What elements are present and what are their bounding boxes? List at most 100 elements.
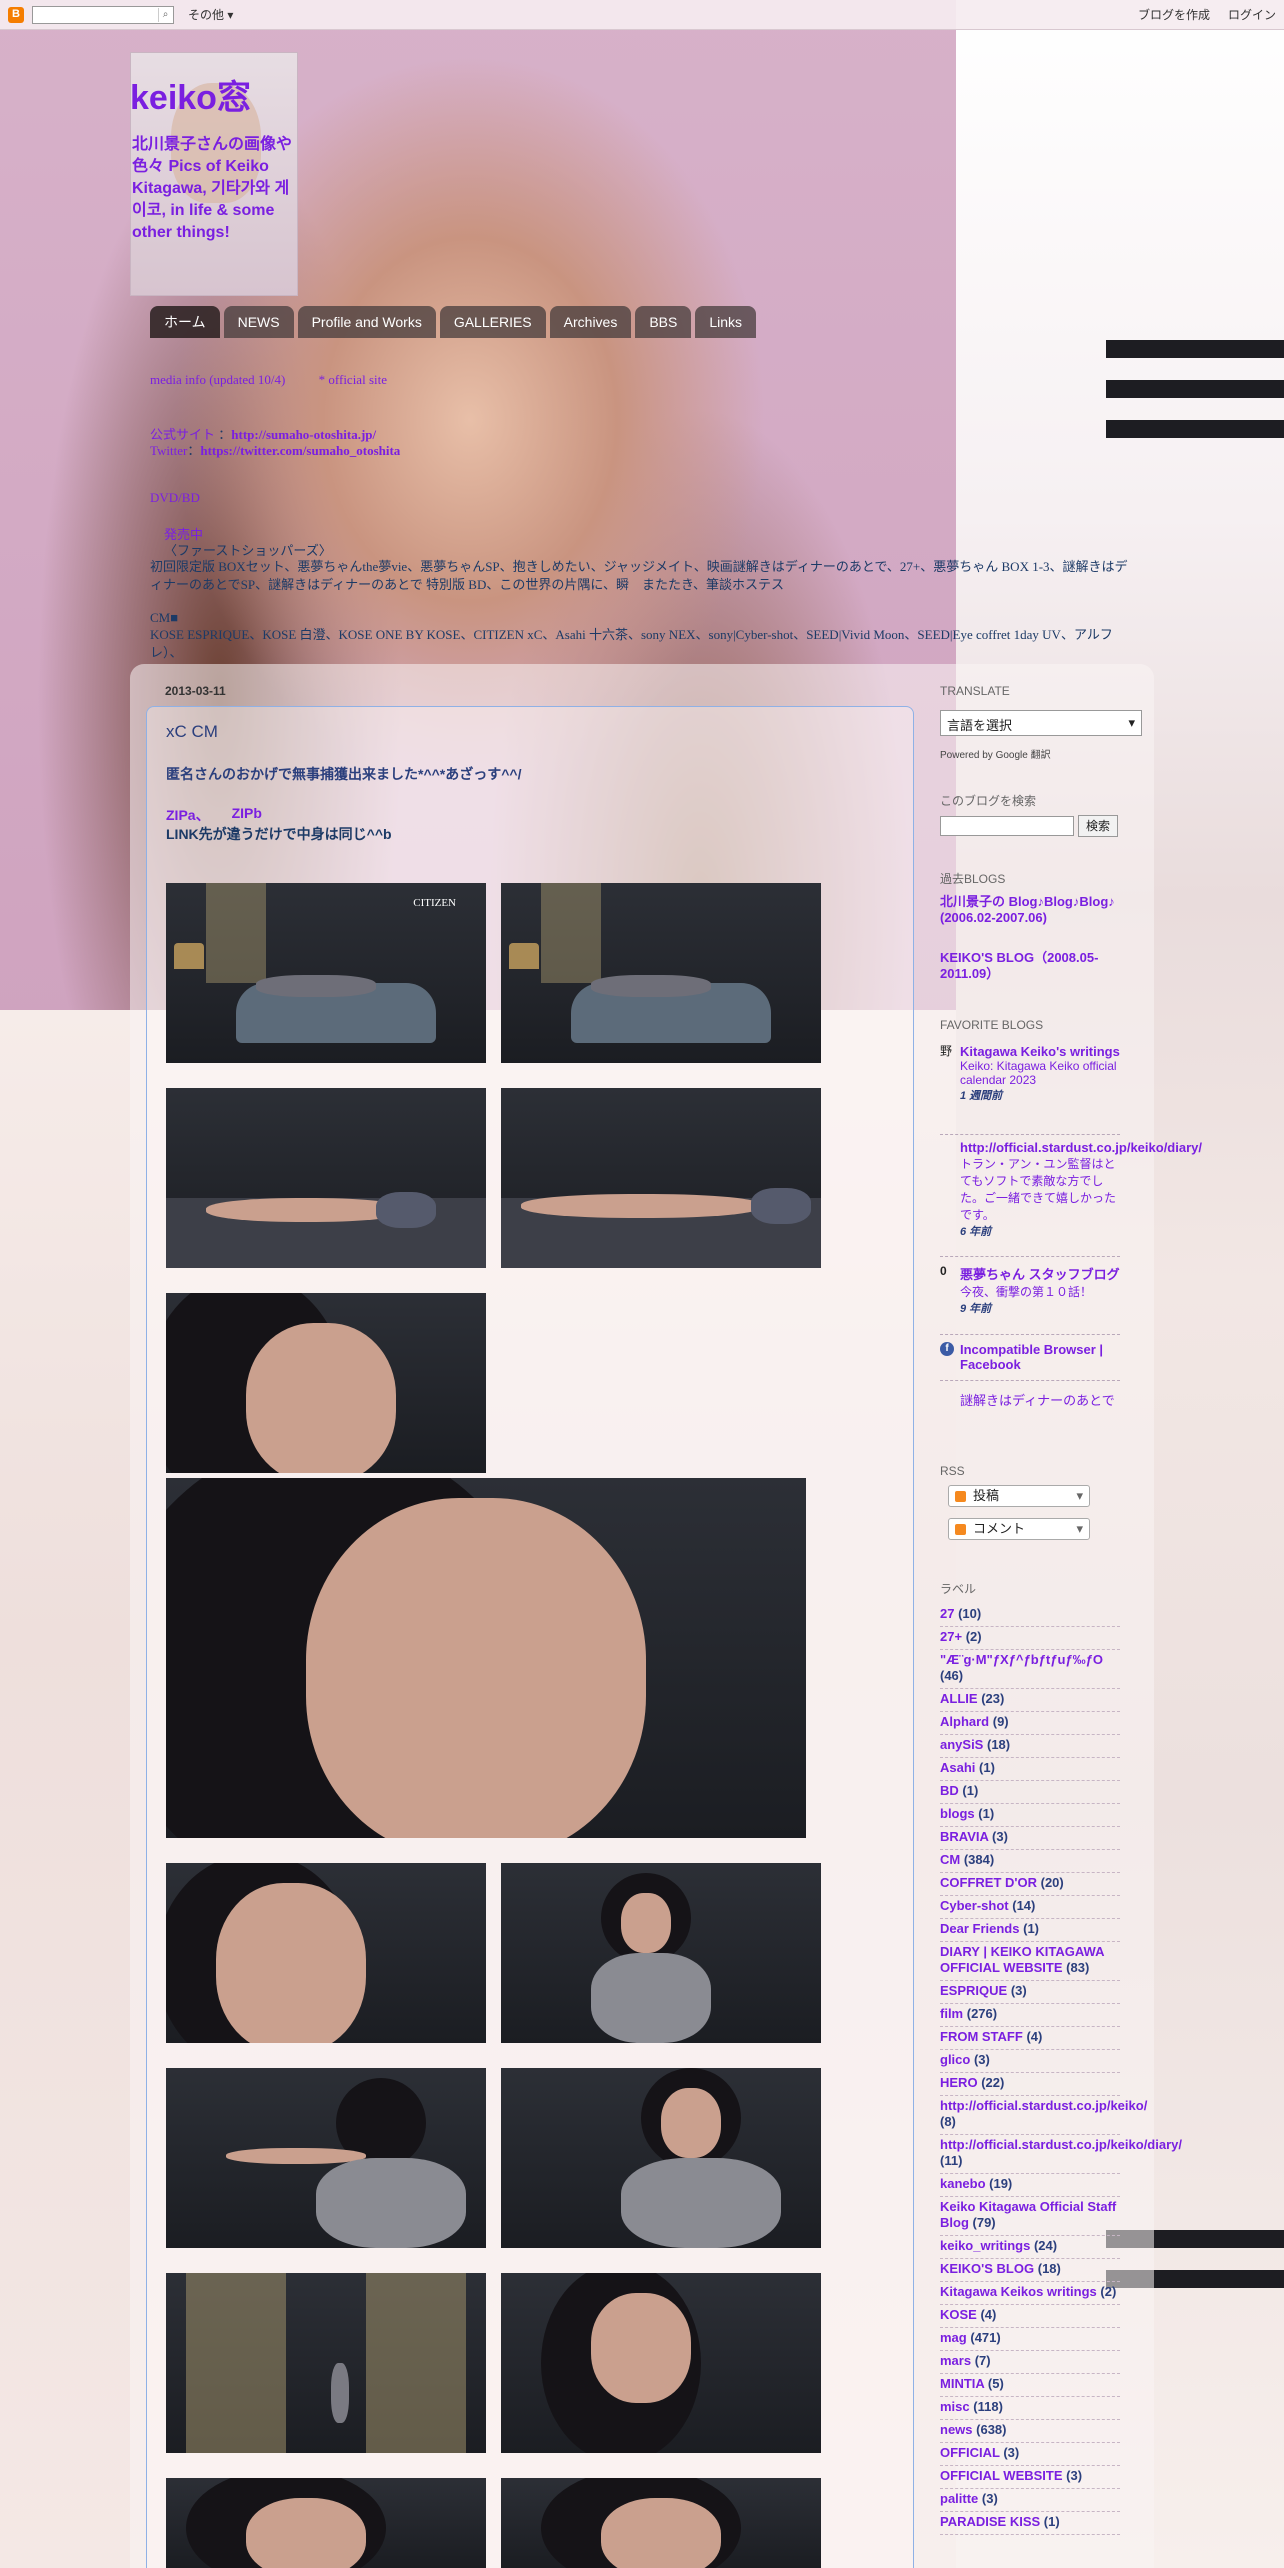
label-item[interactable]: Alphard (9) [940, 1712, 1120, 1735]
cm-still-3[interactable] [166, 1088, 486, 1268]
cm-still-13[interactable] [166, 2478, 486, 2568]
label-item[interactable]: KOSE (4) [940, 2305, 1120, 2328]
label-item[interactable]: glico (3) [940, 2050, 1120, 2073]
label-item[interactable]: http://official.stardust.co.jp/keiko/ (8… [940, 2096, 1147, 2135]
post-title[interactable]: xC CM [166, 722, 218, 742]
label-name[interactable]: KOSE [940, 2307, 977, 2322]
tab-news[interactable]: NEWS [223, 306, 294, 338]
label-name[interactable]: MINTIA [940, 2376, 984, 2391]
label-name[interactable]: CM [940, 1852, 960, 1867]
label-item[interactable]: mag (471) [940, 2328, 1120, 2351]
tab-bbs[interactable]: BBS [635, 306, 692, 338]
zip-a-link[interactable]: ZIPa、 [166, 805, 210, 825]
label-name[interactable]: COFFRET D'OR [940, 1875, 1037, 1890]
cm-still-10[interactable] [501, 2068, 821, 2248]
label-name[interactable]: palitte [940, 2491, 978, 2506]
label-name[interactable]: anySiS [940, 1737, 983, 1752]
favorite-blog-post[interactable]: Keiko: Kitagawa Keiko official calendar … [960, 1059, 1120, 1087]
label-item[interactable]: anySiS (18) [940, 1735, 1120, 1758]
label-item[interactable]: PARADISE KISS (1) [940, 2512, 1120, 2535]
rss-posts-button[interactable]: 投稿 [948, 1485, 1090, 1507]
favorite-blog-title[interactable]: 悪夢ちゃん スタッフブログ [960, 1264, 1120, 1283]
navbar-more-menu[interactable]: その他 ▾ [188, 6, 233, 23]
official-site-link[interactable]: * official site [319, 372, 387, 387]
label-name[interactable]: Asahi [940, 1760, 975, 1775]
tab-links[interactable]: Links [695, 306, 757, 338]
label-item[interactable]: news (638) [940, 2420, 1120, 2443]
label-name[interactable]: mag [940, 2330, 967, 2345]
label-item[interactable]: MINTIA (5) [940, 2374, 1120, 2397]
label-name[interactable]: ALLIE [940, 1691, 978, 1706]
label-item[interactable]: blogs (1) [940, 1804, 1120, 1827]
label-name[interactable]: OFFICIAL WEBSITE [940, 2468, 1063, 2483]
label-item[interactable]: ESPRIQUE (3) [940, 1981, 1120, 2004]
label-name[interactable]: kanebo [940, 2176, 986, 2191]
favorite-blog-post[interactable]: トラン・アン・ユン監督はとてもソフトで素敵な方でした。ご一緒できて嬉しかったです… [960, 1155, 1120, 1223]
label-name[interactable]: HERO [940, 2075, 978, 2090]
label-item[interactable]: Asahi (1) [940, 1758, 1120, 1781]
label-item[interactable]: BD (1) [940, 1781, 1120, 1804]
cm-still-6-large[interactable] [166, 1478, 806, 1838]
label-item[interactable]: "Æ¨g·M"ƒXƒ^ƒbƒtƒuƒ‰ƒO (46) [940, 1650, 1120, 1689]
label-name[interactable]: ESPRIQUE [940, 1983, 1007, 1998]
powered-by-google[interactable]: Powered by Google 翻訳 [940, 746, 1051, 761]
cm-still-8[interactable] [501, 1863, 821, 2043]
label-name[interactable]: news [940, 2422, 973, 2437]
cm-still-4[interactable] [501, 1088, 821, 1268]
label-item[interactable]: HERO (22) [940, 2073, 1120, 2096]
label-name[interactable]: BD [940, 1783, 959, 1798]
login-link[interactable]: ログイン [1228, 6, 1276, 23]
label-name[interactable]: glico [940, 2052, 970, 2067]
label-item[interactable]: misc (118) [940, 2397, 1120, 2420]
cm-still-9[interactable] [166, 2068, 486, 2248]
label-name[interactable]: BRAVIA [940, 1829, 988, 1844]
label-item[interactable]: film (276) [940, 2004, 1120, 2027]
tab-archives[interactable]: Archives [549, 306, 632, 338]
label-name[interactable]: keiko_writings [940, 2238, 1030, 2253]
cm-still-7[interactable] [166, 1863, 486, 2043]
label-name[interactable]: KEIKO'S BLOG [940, 2261, 1034, 2276]
label-item[interactable]: keiko_writings (24) [940, 2236, 1120, 2259]
label-item[interactable]: kanebo (19) [940, 2174, 1120, 2197]
cm-still-11[interactable] [166, 2273, 486, 2453]
media-info-link[interactable]: media info (updated 10/4) [150, 372, 285, 387]
favorite-blog-post[interactable]: 今夜、衝撃の第１０話！ [960, 1283, 1120, 1300]
label-item[interactable]: Kitagawa Keikos writings (2) [940, 2282, 1120, 2305]
label-item[interactable]: palitte (3) [940, 2489, 1120, 2512]
label-name[interactable]: OFFICIAL [940, 2445, 1000, 2460]
label-name[interactable]: PARADISE KISS [940, 2514, 1040, 2529]
label-name[interactable]: misc [940, 2399, 970, 2414]
label-item[interactable]: 27+ (2) [940, 1627, 1120, 1650]
label-item[interactable]: BRAVIA (3) [940, 1827, 1120, 1850]
language-select[interactable]: 言語を選択 [940, 710, 1142, 736]
blog-search-input[interactable] [940, 816, 1074, 836]
label-name[interactable]: "Æ¨g·M"ƒXƒ^ƒbƒtƒuƒ‰ƒO [940, 1652, 1103, 1667]
label-name[interactable]: http://official.stardust.co.jp/keiko/dia… [940, 2137, 1182, 2152]
past-blog-link-1[interactable]: 北川景子の Blog♪Blog♪Blog♪ (2006.02-2007.06) [940, 894, 1120, 926]
label-name[interactable]: 27 [940, 1606, 954, 1621]
label-name[interactable]: film [940, 2006, 963, 2021]
rss-comments-button[interactable]: コメント [948, 1518, 1090, 1540]
label-item[interactable]: KEIKO'S BLOG (18) [940, 2259, 1120, 2282]
label-name[interactable]: Keiko Kitagawa Official Staff Blog [940, 2199, 1116, 2230]
label-item[interactable]: CM (384) [940, 1850, 1120, 1873]
favorite-blog-title[interactable]: Incompatible Browser | Facebook [960, 1342, 1120, 1372]
label-item[interactable]: ALLIE (23) [940, 1689, 1120, 1712]
tab-galleries[interactable]: GALLERIES [439, 306, 546, 338]
label-name[interactable]: Dear Friends [940, 1921, 1019, 1936]
label-name[interactable]: blogs [940, 1806, 975, 1821]
twitter-url-link[interactable]: https://twitter.com/sumaho_otoshita [200, 443, 400, 458]
label-item[interactable]: FROM STAFF (4) [940, 2027, 1120, 2050]
cm-still-1[interactable]: CITIZEN [166, 883, 486, 1063]
label-name[interactable]: Kitagawa Keikos writings [940, 2284, 1097, 2299]
cm-still-12[interactable] [501, 2273, 821, 2453]
search-icon[interactable]: ⌕ [158, 7, 172, 22]
label-item[interactable]: COFFRET D'OR (20) [940, 1873, 1120, 1896]
past-blog-link-2[interactable]: KEIKO'S BLOG（2008.05-2011.09） [940, 950, 1120, 982]
label-name[interactable]: 27+ [940, 1629, 962, 1644]
tab-home[interactable]: ホーム [150, 306, 220, 338]
label-item[interactable]: OFFICIAL WEBSITE (3) [940, 2466, 1120, 2489]
tab-profile-and-works[interactable]: Profile and Works [297, 306, 436, 338]
label-item[interactable]: DIARY | KEIKO KITAGAWA OFFICIAL WEBSITE … [940, 1942, 1120, 1981]
label-name[interactable]: http://official.stardust.co.jp/keiko/ [940, 2098, 1147, 2113]
